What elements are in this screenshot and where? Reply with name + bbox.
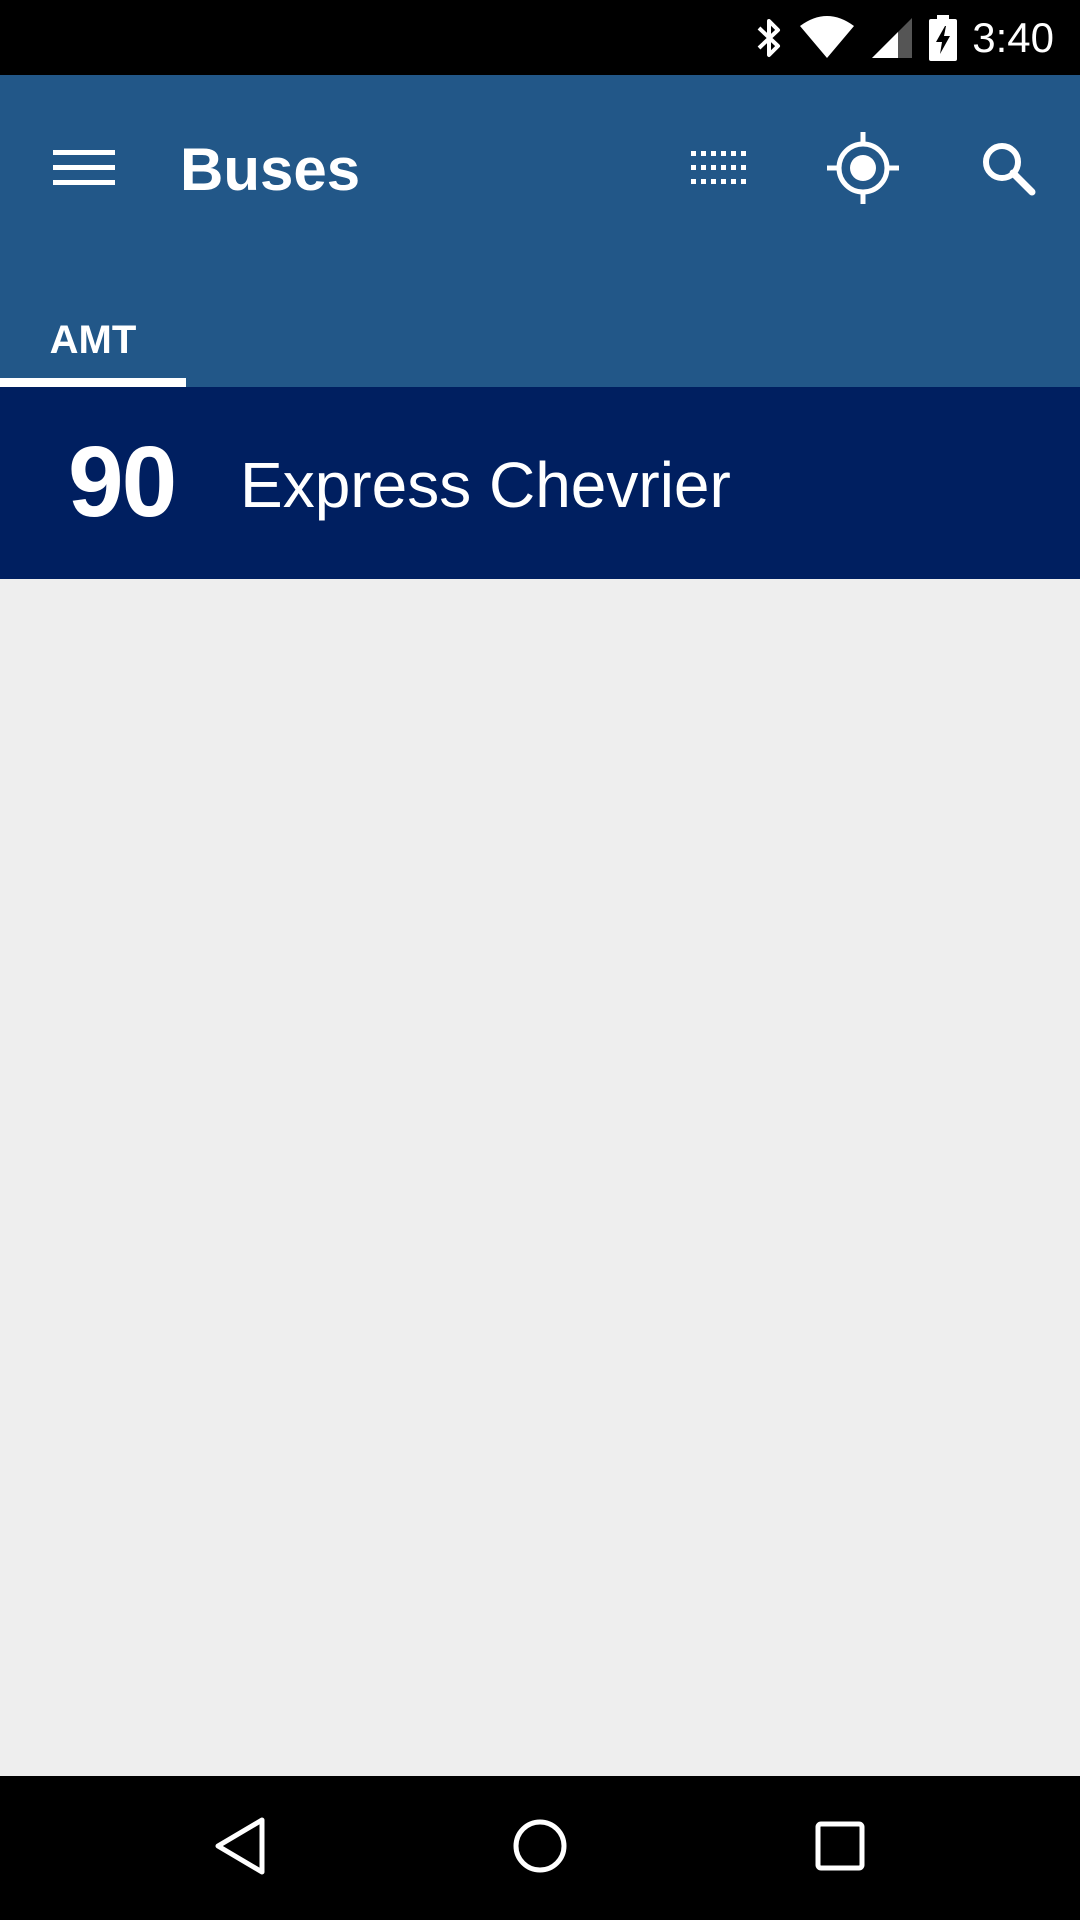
- wifi-icon: [798, 15, 856, 60]
- app-title: Buses: [180, 136, 361, 203]
- my-location-button[interactable]: [815, 122, 911, 218]
- home-icon: [510, 1816, 570, 1881]
- grid-icon: [691, 150, 747, 190]
- home-button[interactable]: [490, 1798, 590, 1898]
- status-bar: 3:40: [0, 0, 1080, 75]
- toolbar: Buses: [0, 75, 1080, 245]
- search-icon: [980, 140, 1036, 201]
- bluetooth-icon: [754, 16, 784, 60]
- menu-button[interactable]: [36, 122, 132, 218]
- route-number: 90: [68, 426, 177, 538]
- recents-button[interactable]: [790, 1798, 890, 1898]
- status-time: 3:40: [972, 13, 1054, 61]
- cell-signal-icon: [870, 16, 914, 60]
- battery-charging-icon: [928, 14, 958, 62]
- tab-label: AMT: [49, 318, 137, 362]
- back-icon: [212, 1816, 268, 1881]
- menu-icon: [53, 148, 115, 193]
- tab-amt[interactable]: AMT: [0, 315, 186, 387]
- search-button[interactable]: [960, 122, 1056, 218]
- grid-view-button[interactable]: [671, 122, 767, 218]
- status-icons: 3:40: [754, 0, 1080, 75]
- route-row[interactable]: 90 Express Chevrier: [0, 387, 1080, 579]
- my-location-icon: [827, 131, 899, 209]
- recents-icon: [814, 1820, 866, 1877]
- screen: 3:40 Buses AMT 90 Express Chevrier: [0, 0, 1080, 1920]
- app-bar: Buses AMT: [0, 75, 1080, 387]
- route-name: Express Chevrier: [240, 449, 731, 521]
- back-button[interactable]: [190, 1798, 290, 1898]
- tab-bar: AMT: [0, 315, 1080, 387]
- tab-indicator: [0, 378, 186, 387]
- navigation-bar: [0, 1776, 1080, 1920]
